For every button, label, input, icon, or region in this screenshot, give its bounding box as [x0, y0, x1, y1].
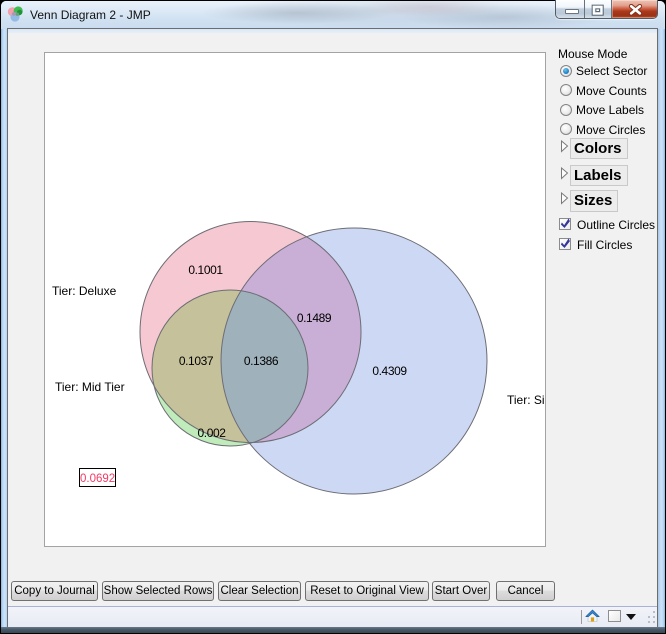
- svg-text:0.1001: 0.1001: [188, 263, 223, 277]
- svg-text:0.4309: 0.4309: [372, 364, 407, 378]
- svg-text:0.002: 0.002: [197, 426, 226, 440]
- svg-text:0.1386: 0.1386: [244, 354, 279, 368]
- svg-text:0.1489: 0.1489: [297, 311, 332, 325]
- svg-text:0.1037: 0.1037: [179, 354, 214, 368]
